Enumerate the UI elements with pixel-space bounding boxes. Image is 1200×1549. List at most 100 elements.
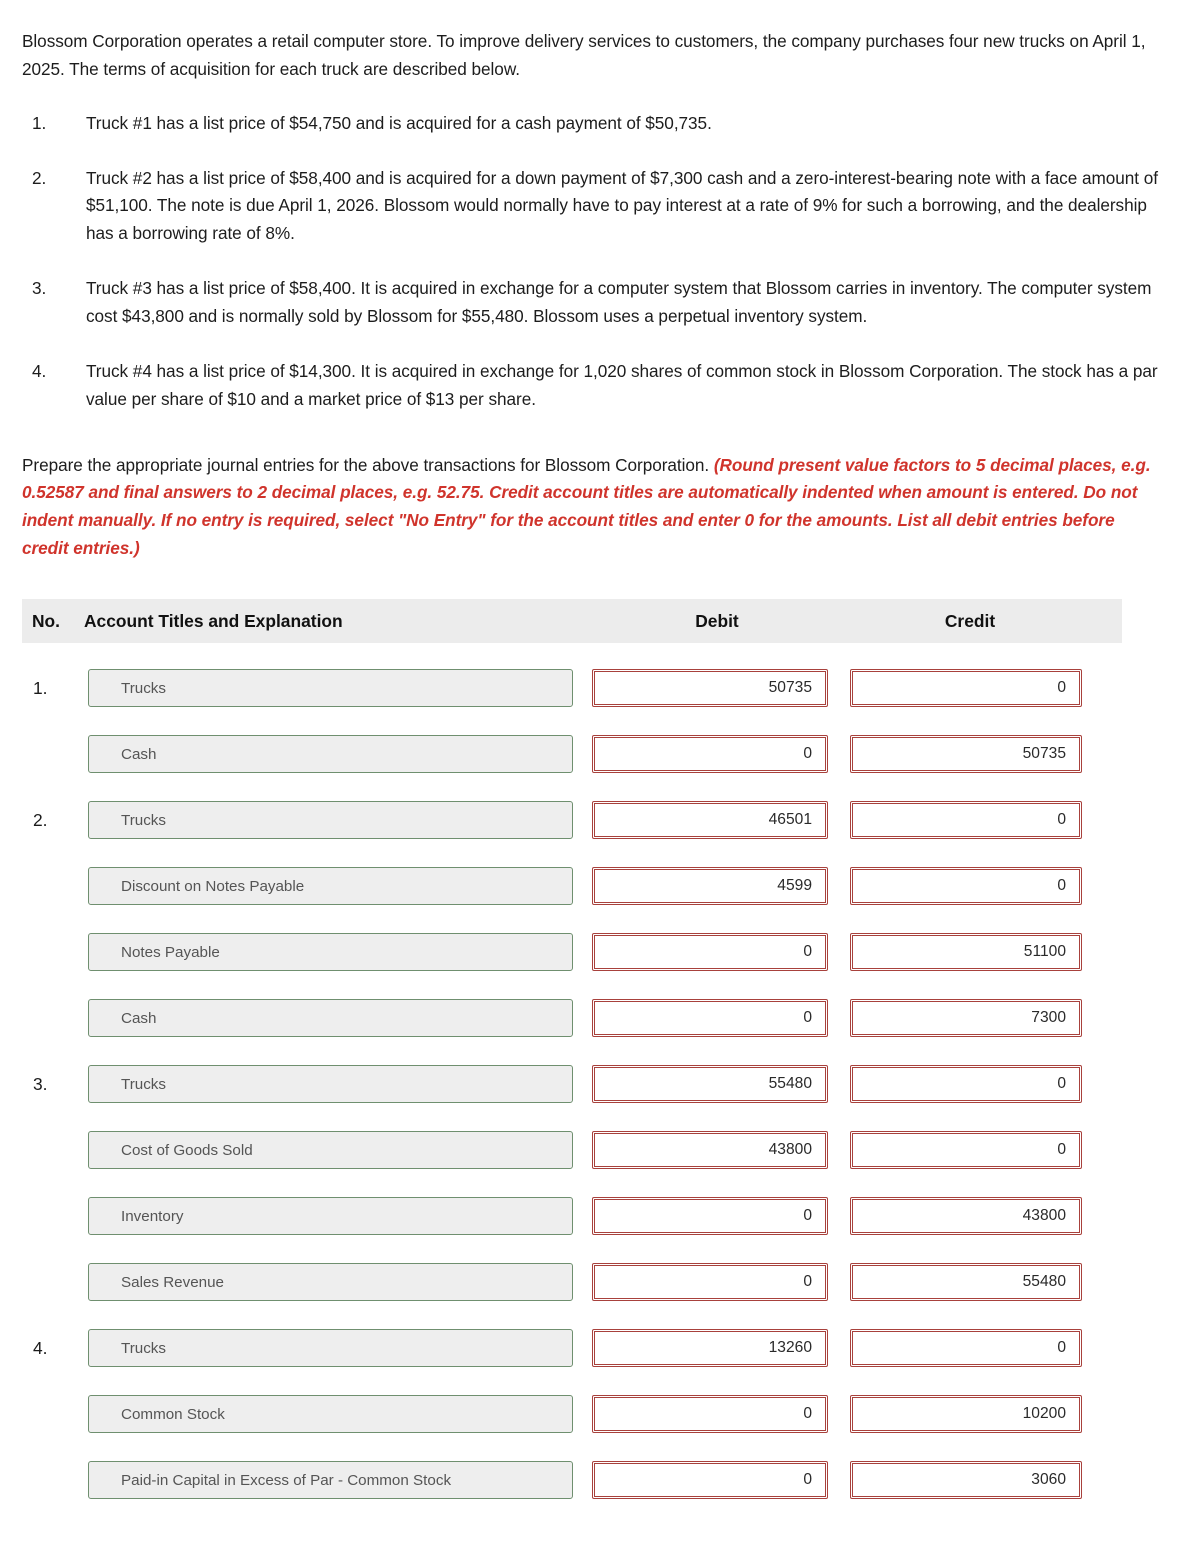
column-header-debit: Debit bbox=[695, 610, 739, 631]
journal-row: Inventory 0 43800 bbox=[0, 1183, 1200, 1249]
credit-input[interactable]: 10200 bbox=[850, 1395, 1082, 1434]
debit-input[interactable]: 0 bbox=[592, 933, 828, 972]
account-cell: Sales Revenue bbox=[88, 1263, 592, 1302]
credit-input[interactable]: 51100 bbox=[850, 933, 1082, 972]
account-cell: Paid-in Capital in Excess of Par - Commo… bbox=[88, 1461, 592, 1500]
account-title-select[interactable]: Trucks bbox=[88, 669, 573, 708]
journal-row: Cost of Goods Sold 43800 0 bbox=[0, 1117, 1200, 1183]
debit-cell: 0 bbox=[592, 1197, 850, 1236]
journal-entry-table: No. Account Titles and Explanation Debit… bbox=[0, 599, 1200, 1513]
instructions-paragraph: Prepare the appropriate journal entries … bbox=[0, 452, 1200, 563]
account-title-select[interactable]: Sales Revenue bbox=[88, 1263, 573, 1302]
debit-input[interactable]: 0 bbox=[592, 1263, 828, 1302]
journal-row: Discount on Notes Payable 4599 0 bbox=[0, 853, 1200, 919]
debit-input[interactable]: 0 bbox=[592, 1395, 828, 1434]
credit-cell: 51100 bbox=[850, 933, 1100, 972]
fact-item: 4. Truck #4 has a list price of $14,300. … bbox=[0, 358, 1200, 414]
journal-row: Cash 0 7300 bbox=[0, 985, 1200, 1051]
debit-cell: 0 bbox=[592, 933, 850, 972]
credit-input[interactable]: 50735 bbox=[850, 735, 1082, 774]
debit-cell: 0 bbox=[592, 999, 850, 1038]
account-title-select[interactable]: Notes Payable bbox=[88, 933, 573, 972]
entry-number: 2. bbox=[33, 809, 48, 830]
problem-intro: Blossom Corporation operates a retail co… bbox=[22, 31, 1146, 79]
account-cell: Cash bbox=[88, 999, 592, 1038]
debit-input[interactable]: 0 bbox=[592, 735, 828, 774]
debit-cell: 50735 bbox=[592, 669, 850, 708]
debit-input[interactable]: 4599 bbox=[592, 867, 828, 906]
account-cell: Cost of Goods Sold bbox=[88, 1131, 592, 1170]
debit-cell: 0 bbox=[592, 735, 850, 774]
debit-cell: 46501 bbox=[592, 801, 850, 840]
debit-input[interactable]: 0 bbox=[592, 1461, 828, 1500]
credit-input[interactable]: 7300 bbox=[850, 999, 1082, 1038]
account-title-select[interactable]: Trucks bbox=[88, 801, 573, 840]
fact-number: 2. bbox=[32, 167, 47, 188]
journal-row: 1. Trucks 50735 0 bbox=[0, 655, 1200, 721]
account-cell: Cash bbox=[88, 735, 592, 774]
debit-input[interactable]: 0 bbox=[592, 1197, 828, 1236]
debit-input[interactable]: 13260 bbox=[592, 1329, 828, 1368]
account-title-select[interactable]: Inventory bbox=[88, 1197, 573, 1236]
credit-cell: 0 bbox=[850, 669, 1100, 708]
worksheet-page: Blossom Corporation operates a retail co… bbox=[0, 0, 1200, 1513]
column-header-account: Account Titles and Explanation bbox=[84, 610, 343, 631]
account-title-select[interactable]: Cost of Goods Sold bbox=[88, 1131, 573, 1170]
credit-input[interactable]: 0 bbox=[850, 801, 1082, 840]
entry-number: 4. bbox=[33, 1337, 48, 1358]
credit-input[interactable]: 0 bbox=[850, 1065, 1082, 1104]
account-cell: Notes Payable bbox=[88, 933, 592, 972]
journal-row: Paid-in Capital in Excess of Par - Commo… bbox=[0, 1447, 1200, 1513]
credit-cell: 0 bbox=[850, 1329, 1100, 1368]
credit-input[interactable]: 43800 bbox=[850, 1197, 1082, 1236]
fact-text: Truck #4 has a list price of $14,300. It… bbox=[86, 360, 1158, 409]
account-title-select[interactable]: Discount on Notes Payable bbox=[88, 867, 573, 906]
credit-cell: 50735 bbox=[850, 735, 1100, 774]
account-cell: Common Stock bbox=[88, 1395, 592, 1434]
fact-number: 4. bbox=[32, 360, 47, 381]
credit-input[interactable]: 0 bbox=[850, 669, 1082, 708]
journal-row: 3. Trucks 55480 0 bbox=[0, 1051, 1200, 1117]
account-title-select[interactable]: Cash bbox=[88, 735, 573, 774]
account-title-select[interactable]: Paid-in Capital in Excess of Par - Commo… bbox=[88, 1461, 573, 1500]
credit-cell: 7300 bbox=[850, 999, 1100, 1038]
account-cell: Trucks bbox=[88, 1065, 592, 1104]
fact-item: 3. Truck #3 has a list price of $58,400. … bbox=[0, 275, 1200, 331]
debit-cell: 4599 bbox=[592, 867, 850, 906]
account-title-select[interactable]: Cash bbox=[88, 999, 573, 1038]
journal-row: Cash 0 50735 bbox=[0, 721, 1200, 787]
fact-text: Truck #1 has a list price of $54,750 and… bbox=[86, 112, 712, 133]
credit-cell: 10200 bbox=[850, 1395, 1100, 1434]
debit-input[interactable]: 46501 bbox=[592, 801, 828, 840]
debit-cell: 0 bbox=[592, 1395, 850, 1434]
credit-input[interactable]: 0 bbox=[850, 867, 1082, 906]
credit-input[interactable]: 3060 bbox=[850, 1461, 1082, 1500]
credit-input[interactable]: 0 bbox=[850, 1131, 1082, 1170]
column-header-no: No. bbox=[32, 610, 61, 631]
account-title-select[interactable]: Trucks bbox=[88, 1329, 573, 1368]
facts-list: 1. Truck #1 has a list price of $54,750 a… bbox=[0, 110, 1200, 414]
account-cell: Inventory bbox=[88, 1197, 592, 1236]
credit-cell: 43800 bbox=[850, 1197, 1100, 1236]
credit-input[interactable]: 55480 bbox=[850, 1263, 1082, 1302]
debit-cell: 55480 bbox=[592, 1065, 850, 1104]
debit-input[interactable]: 0 bbox=[592, 999, 828, 1038]
fact-item: 2. Truck #2 has a list price of $58,400 a… bbox=[0, 165, 1200, 249]
fact-number: 3. bbox=[32, 278, 47, 299]
debit-input[interactable]: 43800 bbox=[592, 1131, 828, 1170]
journal-row: 2. Trucks 46501 0 bbox=[0, 787, 1200, 853]
entry-number: 3. bbox=[33, 1073, 48, 1094]
journal-row: Common Stock 0 10200 bbox=[0, 1381, 1200, 1447]
credit-cell: 0 bbox=[850, 1065, 1100, 1104]
credit-cell: 3060 bbox=[850, 1461, 1100, 1500]
debit-cell: 43800 bbox=[592, 1131, 850, 1170]
credit-cell: 0 bbox=[850, 867, 1100, 906]
debit-input[interactable]: 50735 bbox=[592, 669, 828, 708]
account-title-select[interactable]: Common Stock bbox=[88, 1395, 573, 1434]
fact-item: 1. Truck #1 has a list price of $54,750 a… bbox=[0, 110, 1200, 138]
debit-input[interactable]: 55480 bbox=[592, 1065, 828, 1104]
credit-input[interactable]: 0 bbox=[850, 1329, 1082, 1368]
fact-text: Truck #2 has a list price of $58,400 and… bbox=[86, 167, 1158, 244]
account-title-select[interactable]: Trucks bbox=[88, 1065, 573, 1104]
credit-cell: 55480 bbox=[850, 1263, 1100, 1302]
